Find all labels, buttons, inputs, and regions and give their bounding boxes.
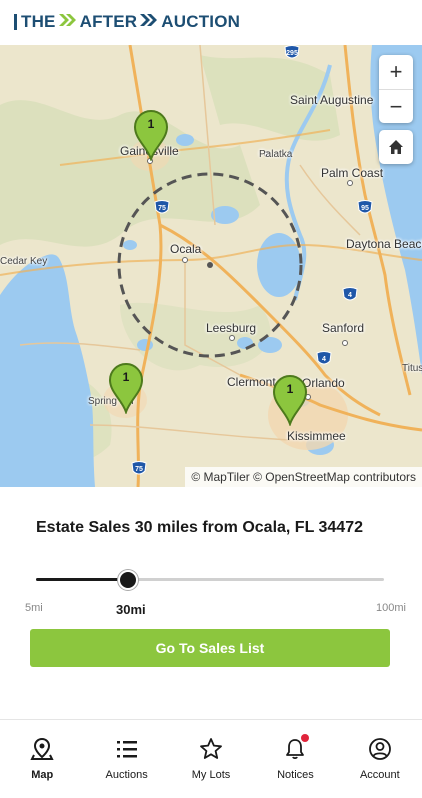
map-label-clermont: Clermont [227, 375, 276, 389]
map-marker-gainesville[interactable]: 1 [133, 109, 169, 163]
svg-text:75: 75 [158, 205, 166, 212]
map-view[interactable]: Gainesville Palatka Saint Augustine Palm… [0, 45, 422, 487]
map-label-daytona-beach: Daytona Beach [346, 237, 422, 251]
notification-badge [301, 734, 310, 742]
svg-text:95: 95 [361, 205, 369, 212]
highway-shield-4-south: 4 [316, 351, 332, 367]
nav-item-map[interactable]: Map [0, 720, 84, 798]
map-label-leesburg: Leesburg [206, 321, 257, 335]
nav-label: Auctions [105, 769, 148, 781]
marker-count: 1 [122, 370, 130, 384]
home-icon [389, 140, 403, 154]
marker-count: 1 [286, 382, 294, 396]
logo-word-after: AFTER [79, 12, 138, 31]
highway-shield-75-south: 75 [131, 461, 147, 477]
reset-view-button[interactable] [379, 130, 413, 164]
slider-min-label: 5mi [25, 602, 43, 614]
highway-shield-295: 295 [284, 45, 300, 61]
svg-text:4: 4 [348, 292, 352, 299]
svg-text:295: 295 [286, 50, 298, 57]
map-label-kissimmee: Kissimmee [287, 429, 346, 443]
slider-thumb[interactable] [117, 570, 138, 590]
attribution-text: © MapTiler © OpenStreetMap contributors [191, 470, 416, 484]
nav-label: Account [359, 769, 400, 781]
radius-slider[interactable] [36, 570, 384, 590]
map-label-ocala: Ocala [170, 242, 202, 256]
bottom-nav: Map Auctions My Lots Notices Account [0, 719, 422, 798]
nav-item-notices[interactable]: Notices [253, 720, 337, 798]
map-label-titusville: Titusville [402, 363, 422, 374]
nav-label: My Lots [191, 769, 231, 781]
logo-bar [14, 14, 17, 30]
brand-logo[interactable]: THE AFTER AUCTION [14, 12, 240, 32]
account-icon [368, 737, 392, 761]
star-icon [199, 737, 223, 761]
slider-max-label: 100mi [376, 602, 406, 614]
go-to-sales-list-button[interactable]: Go To Sales List [30, 629, 390, 667]
map-pin-icon [30, 737, 54, 761]
logo-word-auction: AUCTION [161, 12, 241, 31]
map-marker-orlando[interactable]: 1 [272, 374, 308, 428]
map-label-palm-coast: Palm Coast [321, 166, 384, 180]
zoom-in-button[interactable]: + [379, 55, 413, 89]
chevron-double-icon [139, 12, 159, 32]
marker-count: 1 [147, 117, 155, 131]
app-header: THE AFTER AUCTION [0, 0, 422, 45]
nav-label: Map [31, 769, 54, 781]
zoom-control: + − [379, 55, 413, 123]
nav-item-my-lots[interactable]: My Lots [169, 720, 253, 798]
slider-current-label: 30mi [116, 602, 146, 617]
zoom-out-button[interactable]: − [379, 89, 413, 123]
svg-text:75: 75 [135, 466, 143, 473]
map-label-cedar-key: Cedar Key [0, 256, 48, 267]
highway-shield-95: 95 [357, 200, 373, 216]
nav-item-auctions[interactable]: Auctions [84, 720, 168, 798]
nav-item-account[interactable]: Account [338, 720, 422, 798]
list-icon [115, 737, 139, 761]
map-base [0, 45, 422, 487]
chevron-double-icon [58, 12, 78, 32]
svg-text:4: 4 [322, 356, 326, 363]
map-label-palatka: Palatka [259, 149, 293, 160]
logo-word-the: THE [21, 12, 56, 31]
highway-shield-4-north: 4 [342, 287, 358, 303]
map-marker-spring-hill[interactable]: 1 [108, 362, 144, 416]
nav-label: Notices [277, 769, 314, 781]
map-label-saint-augustine: Saint Augustine [290, 93, 374, 107]
map-label-sanford: Sanford [322, 321, 365, 335]
bell-icon [283, 734, 310, 761]
map-label-orlando: Orlando [302, 376, 345, 390]
radius-panel: Estate Sales 30 miles from Ocala, FL 344… [0, 487, 422, 719]
slider-fill [36, 578, 128, 581]
map-attribution[interactable]: © MapTiler © OpenStreetMap contributors [185, 467, 422, 487]
radius-headline: Estate Sales 30 miles from Ocala, FL 344… [36, 519, 363, 536]
highway-shield-75-north: 75 [154, 200, 170, 216]
